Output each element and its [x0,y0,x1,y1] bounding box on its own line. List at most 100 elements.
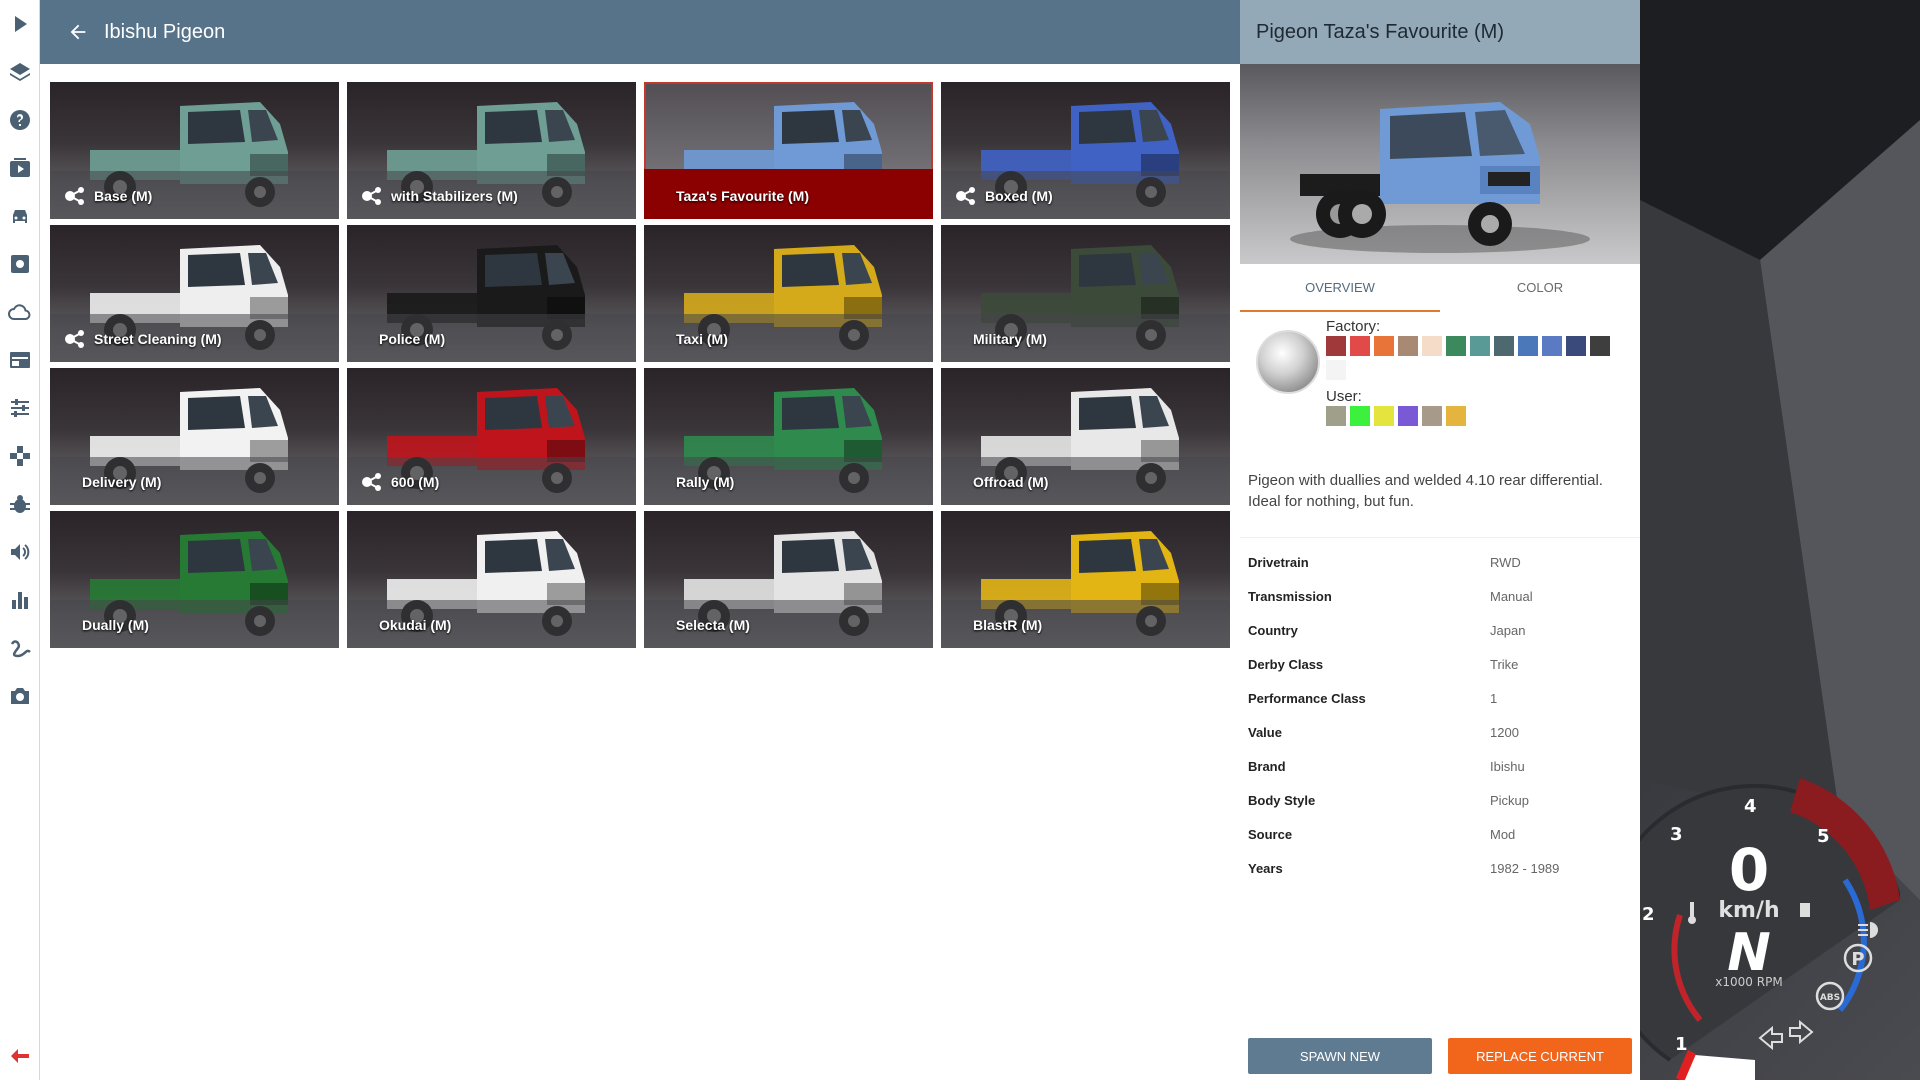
spec-row: Body Style Pickup [1248,784,1632,818]
user-color-swatch[interactable] [1374,406,1394,426]
config-tile[interactable]: Boxed (M) [941,82,1230,219]
settings-icon[interactable] [6,250,34,278]
spec-key: Years [1248,861,1283,876]
speedometer-gauge: 1 2 3 4 5 0 km/h N x1000 RPM P ABS [1640,778,1900,1080]
stats-icon[interactable] [6,586,34,614]
spec-value: Ibishu [1490,759,1525,774]
tab-overview[interactable]: OVERVIEW [1240,272,1440,312]
back-button[interactable] [64,18,92,46]
config-tile[interactable]: Offroad (M) [941,368,1230,505]
rpm-tick-5: 5 [1817,826,1830,847]
play-icon[interactable] [6,10,34,38]
vehicle-config-panel: Ibishu Pigeon Base (M) with Stabilizers (… [40,0,1240,1080]
user-color-swatch[interactable] [1422,406,1442,426]
config-detail-panel: Pigeon Taza's Favourite (M) OVERVIEW COL… [1240,0,1640,1080]
main-header: Ibishu Pigeon [40,0,1240,64]
user-color-swatch[interactable] [1326,406,1346,426]
tile-label: Selecta (M) [676,617,750,633]
spec-key: Body Style [1248,793,1316,808]
spec-key: Value [1248,725,1282,740]
factory-color-swatch[interactable] [1518,336,1538,356]
spec-key: Performance Class [1248,691,1366,706]
user-color-swatch[interactable] [1350,406,1370,426]
bug-icon[interactable] [6,490,34,518]
tile-label: Delivery (M) [82,474,162,490]
sliders-icon[interactable] [6,394,34,422]
path-icon[interactable] [6,634,34,662]
spec-row: Years 1982 - 1989 [1248,852,1632,886]
dashboard-icon[interactable] [6,346,34,374]
rpm-tick-3: 3 [1670,824,1683,845]
user-color-swatch[interactable] [1398,406,1418,426]
config-tile[interactable]: Dually (M) [50,511,339,648]
config-tile[interactable]: Military (M) [941,225,1230,362]
config-tile[interactable]: Taza's Favourite (M) [644,82,933,219]
factory-color-swatch[interactable] [1590,336,1610,356]
config-tile[interactable]: Taxi (M) [644,225,933,362]
factory-color-swatch[interactable] [1326,336,1346,356]
vehicle-preview-image [1290,102,1590,253]
factory-color-swatch[interactable] [1446,336,1466,356]
spec-key: Drivetrain [1248,555,1309,570]
gamepad-icon[interactable] [6,442,34,470]
spec-value: 1 [1490,691,1498,706]
replace-current-button[interactable]: REPLACE CURRENT [1448,1038,1632,1074]
abs-label: ABS [1820,993,1840,1003]
tile-label: Military (M) [973,331,1047,347]
config-tile[interactable]: 600 (M) [347,368,636,505]
tile-label: Rally (M) [676,474,735,490]
tile-label: Okudai (M) [379,617,452,633]
config-tile[interactable]: Police (M) [347,225,636,362]
rpm-tick-4: 4 [1744,796,1757,817]
factory-color-swatch[interactable] [1422,336,1442,356]
factory-color-swatch[interactable] [1326,360,1346,380]
cloud-icon[interactable] [6,298,34,326]
audio-icon[interactable] [6,538,34,566]
car-icon[interactable] [6,202,34,230]
share-config-icon [361,186,383,206]
config-tile[interactable]: BlastR (M) [941,511,1230,648]
factory-color-swatch[interactable] [1470,336,1490,356]
color-picker: Factory: User: [1240,318,1640,428]
tile-label: Taza's Favourite (M) [676,188,809,204]
share-config-icon [361,472,383,492]
share-config-icon [955,186,977,206]
turn-left-icon [1758,1025,1783,1051]
config-tile[interactable]: Base (M) [50,82,339,219]
tile-label: BlastR (M) [973,617,1043,633]
turn-right-icon [1789,1019,1814,1045]
config-tile[interactable]: Okudai (M) [347,511,636,648]
tile-label: Police (M) [379,331,446,347]
tile-label: with Stabilizers (M) [391,188,518,204]
config-tile[interactable]: Selecta (M) [644,511,933,648]
config-tile[interactable]: Delivery (M) [50,368,339,505]
layers-icon[interactable] [6,58,34,86]
gear-indicator: N [1727,923,1771,983]
spec-value: Trike [1490,657,1519,672]
factory-color-swatch[interactable] [1494,336,1514,356]
spec-row: Country Japan [1248,614,1632,648]
exit-arrow-icon[interactable] [6,1042,34,1070]
spawn-new-button[interactable]: SPAWN NEW [1248,1038,1432,1074]
factory-color-swatch[interactable] [1542,336,1562,356]
spec-row: Transmission Manual [1248,580,1632,614]
help-icon[interactable] [6,106,34,134]
media-icon[interactable] [6,154,34,182]
factory-color-swatch[interactable] [1350,336,1370,356]
detail-tabs: OVERVIEW COLOR [1240,272,1640,312]
user-colors-label: User: [1326,388,1362,405]
user-color-swatch[interactable] [1446,406,1466,426]
factory-color-swatch[interactable] [1374,336,1394,356]
factory-color-swatch[interactable] [1398,336,1418,356]
config-tile[interactable]: Rally (M) [644,368,933,505]
tab-color[interactable]: COLOR [1440,272,1640,312]
spec-row: Drivetrain RWD [1248,546,1632,580]
share-config-icon [64,329,86,349]
spec-row: Brand Ibishu [1248,750,1632,784]
camera-icon[interactable] [6,682,34,710]
spec-key: Derby Class [1248,657,1324,672]
paint-preview-sphere [1256,330,1320,394]
config-tile[interactable]: with Stabilizers (M) [347,82,636,219]
factory-color-swatch[interactable] [1566,336,1586,356]
config-tile[interactable]: Street Cleaning (M) [50,225,339,362]
